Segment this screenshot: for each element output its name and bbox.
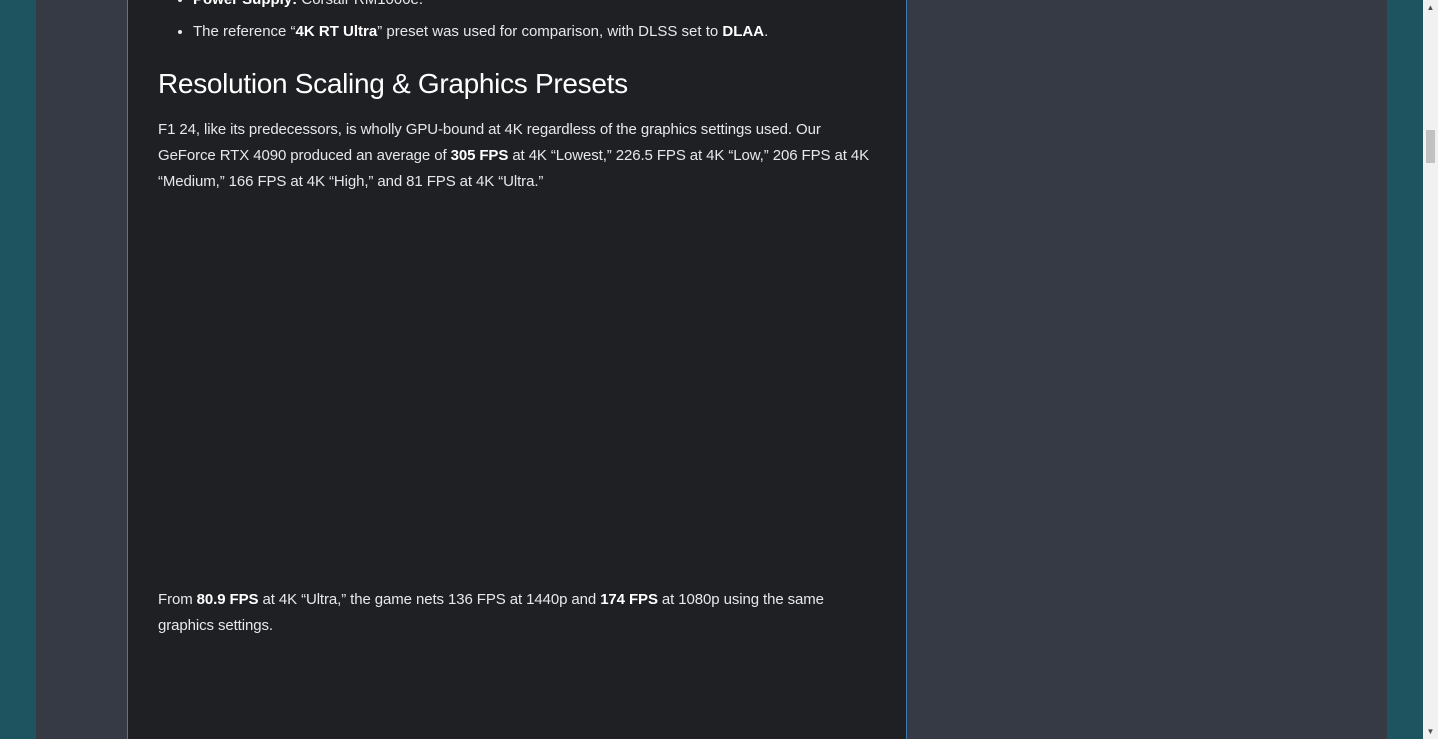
scroll-down-icon[interactable]: ▼ [1423,724,1438,739]
ref-text: ” preset was used for comparison, with D… [377,23,723,40]
spec-list: Power Supply: Corsair RM1000e. The refer… [158,0,893,51]
psu-value: Corsair RM1000e. [297,0,423,8]
page-scrollbar[interactable]: ▲ ▼ [1423,0,1438,739]
list-item: The reference “4K RT Ultra” preset was u… [193,19,893,45]
list-item: Power Supply: Corsair RM1000e. [193,0,893,13]
scroll-up-icon[interactable]: ▲ [1423,0,1438,15]
ref-dlss: DLAA [722,23,765,40]
paragraph-resolution: From 80.9 FPS at 4K “Ultra,” the game ne… [158,587,880,639]
browser-viewport: Power Supply: Corsair RM1000e. The refer… [0,0,1438,739]
scroll-thumb[interactable] [1426,130,1435,163]
ref-text: The reference “ [193,23,296,40]
section-heading: Resolution Scaling & Graphics Presets [158,68,628,99]
para-bold: 174 FPS [600,591,658,608]
para-bold: 80.9 FPS [196,591,259,608]
ref-preset: 4K RT Ultra [295,23,378,40]
para-bold: 305 FPS [450,147,509,164]
article-body: Power Supply: Corsair RM1000e. The refer… [127,0,907,739]
para-text: at 4K “Ultra,” the game nets 136 FPS at … [258,591,601,608]
psu-label: Power Supply: [193,0,297,8]
ref-text: . [764,23,769,40]
paragraph-presets: F1 24, like its predecessors, is wholly … [158,117,880,195]
para-text: From [158,591,197,608]
